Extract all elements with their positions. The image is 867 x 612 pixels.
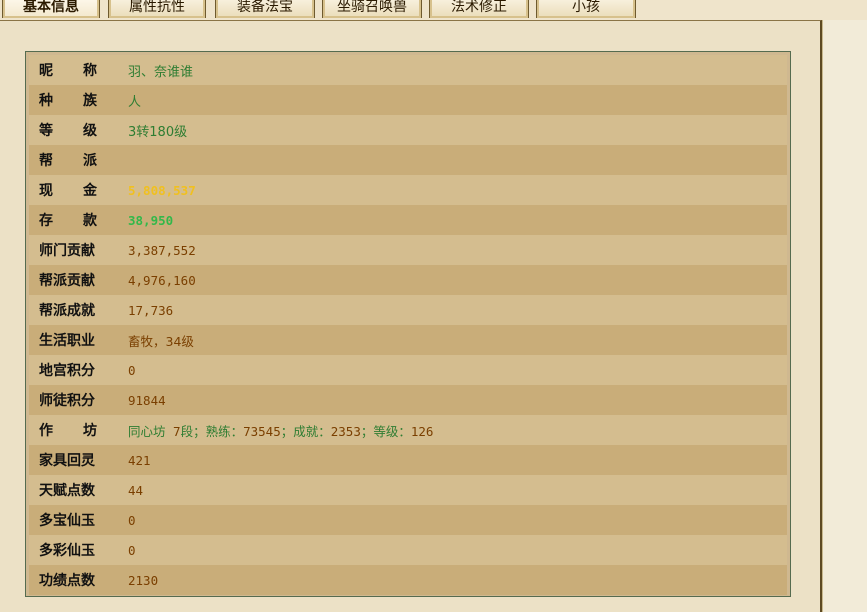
row-label: 昵称	[29, 60, 119, 80]
table-row: 天赋点数 44	[29, 475, 787, 505]
row-label: 功绩点数	[39, 573, 95, 589]
furniture-value: 421	[128, 452, 151, 468]
label-char: 存	[39, 213, 53, 229]
row-label: 地宫积分	[39, 363, 95, 379]
row-label: 现金	[29, 180, 119, 200]
tab-label: 基本信息	[23, 0, 79, 15]
merit-points-value: 2130	[128, 572, 159, 588]
table-row: 昵称 羽、奈谁谁	[29, 55, 787, 85]
workshop-text: ；等级：	[360, 423, 411, 439]
workshop-text: ；成就：	[280, 423, 331, 439]
row-label: 帮派	[29, 150, 119, 170]
table-row: 多宝仙玉 0	[29, 505, 787, 535]
table-row: 功绩点数 2130	[29, 565, 787, 595]
tab-bar: 基本信息 属性抗性 装备法宝 坐骑召唤兽 法术修正 小孩	[0, 0, 867, 20]
sect-contribution-value: 3,387,552	[128, 242, 196, 258]
tab-attributes[interactable]: 属性抗性	[108, 0, 206, 18]
row-label: 家具回灵	[39, 453, 95, 469]
duobao-jade-value: 0	[128, 512, 136, 528]
tab-label: 属性抗性	[129, 0, 185, 15]
row-label: 师门贡献	[39, 243, 95, 259]
label-char: 族	[83, 93, 97, 109]
label-char: 称	[83, 63, 97, 79]
table-row: 师徒积分 91844	[29, 385, 787, 415]
palace-points-value: 0	[128, 362, 136, 378]
guild-contribution-value: 4,976,160	[128, 272, 196, 288]
label-char: 作	[39, 423, 53, 439]
table-row: 种族 人	[29, 85, 787, 115]
workshop-achievement: 2353	[330, 423, 361, 439]
guild-achievement-value: 17,736	[128, 302, 174, 318]
deposit-value: 38,950	[128, 212, 174, 228]
table-row: 生活职业 畜牧，34级	[29, 325, 787, 355]
basic-info-table: 昵称 羽、奈谁谁 种族 人 等级 3转180级 帮派 现金 5,808,537 …	[25, 51, 791, 597]
tab-mounts-summons[interactable]: 坐骑召唤兽	[322, 0, 422, 18]
table-row: 等级 3转180级	[29, 115, 787, 145]
label-char: 昵	[39, 63, 53, 79]
table-row: 地宫积分 0	[29, 355, 787, 385]
tab-equipment[interactable]: 装备法宝	[215, 0, 315, 18]
row-label: 作坊	[29, 420, 119, 440]
table-row: 帮派成就 17,736	[29, 295, 787, 325]
cash-value: 5,808,537	[128, 182, 196, 198]
label-char: 派	[83, 153, 97, 169]
mentor-points-value: 91844	[128, 392, 166, 408]
duocai-jade-value: 0	[128, 542, 136, 558]
table-row: 师门贡献 3,387,552	[29, 235, 787, 265]
level-value: 3转180级	[128, 124, 188, 140]
row-label: 多彩仙玉	[39, 543, 95, 559]
tab-spell-correction[interactable]: 法术修正	[429, 0, 529, 18]
row-label: 师徒积分	[39, 393, 95, 409]
tab-label: 小孩	[572, 0, 600, 15]
table-row: 多彩仙玉 0	[29, 535, 787, 565]
row-label: 种族	[29, 90, 119, 110]
table-row: 作坊 同心坊 7段；熟练：73545；成就：2353；等级：126	[29, 415, 787, 445]
tab-label: 装备法宝	[237, 0, 293, 15]
row-label: 等级	[29, 120, 119, 140]
tab-basic-info[interactable]: 基本信息	[2, 0, 100, 18]
label-char: 种	[39, 93, 53, 109]
label-char: 金	[83, 183, 97, 199]
row-label: 生活职业	[39, 333, 95, 349]
row-label: 天赋点数	[39, 483, 95, 499]
workshop-value: 同心坊 7段；熟练：73545；成就：2353；等级：126	[119, 421, 433, 440]
table-row: 家具回灵 421	[29, 445, 787, 475]
row-label: 帮派贡献	[39, 273, 95, 289]
workshop-proficiency: 73545	[243, 423, 281, 439]
tab-label: 坐骑召唤兽	[337, 0, 407, 15]
table-row: 存款 38,950	[29, 205, 787, 235]
nickname-value: 羽、奈谁谁	[128, 64, 194, 80]
row-label: 存款	[29, 210, 119, 230]
workshop-level: 126	[410, 423, 434, 439]
label-char: 坊	[83, 423, 97, 439]
row-label: 帮派成就	[39, 303, 95, 319]
talent-points-value: 44	[128, 482, 144, 498]
label-char: 等	[39, 123, 53, 139]
label-char: 款	[83, 213, 97, 229]
workshop-name: 同心坊	[128, 423, 166, 439]
table-row: 帮派	[29, 145, 787, 175]
race-value: 人	[128, 94, 142, 110]
row-label: 多宝仙玉	[39, 513, 95, 529]
label-char: 级	[83, 123, 97, 139]
workshop-text: 段；熟练：	[180, 423, 244, 439]
label-char: 帮	[39, 153, 53, 169]
life-profession-value: 畜牧，34级	[128, 333, 194, 349]
right-strip	[822, 20, 867, 612]
tab-child[interactable]: 小孩	[536, 0, 636, 18]
table-row: 现金 5,808,537	[29, 175, 787, 205]
workshop-tier: 7	[173, 423, 181, 439]
table-row: 帮派贡献 4,976,160	[29, 265, 787, 295]
tab-label: 法术修正	[451, 0, 507, 15]
label-char: 现	[39, 183, 53, 199]
